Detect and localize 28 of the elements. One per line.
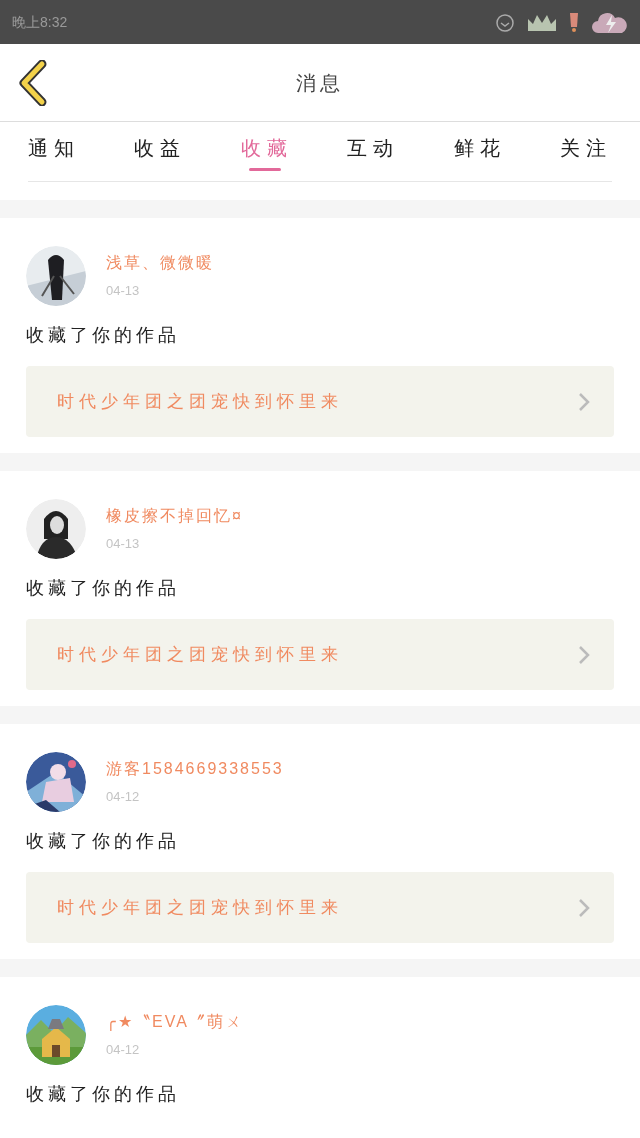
tab[interactable]: 收益 <box>134 133 187 181</box>
tab[interactable]: 关注 <box>559 133 612 181</box>
user-name[interactable]: ╭★〝EVA〞萌ㄨ <box>106 1010 243 1035</box>
page-title: 消息 <box>296 70 344 96</box>
alarm-icon <box>494 11 516 33</box>
message-text: 收藏了你的作品 <box>26 577 181 599</box>
tab[interactable]: 通知 <box>28 133 80 181</box>
work-link[interactable]: 时代少年团之团宠快到怀里来 <box>26 366 614 437</box>
message-date: 04-12 <box>106 788 141 807</box>
user-name[interactable]: 游客1584669338553 <box>106 757 284 782</box>
chevron-right-icon <box>578 391 590 412</box>
tab[interactable]: 收藏 <box>240 133 293 181</box>
user-name[interactable]: 浅草、微微暖 <box>106 251 214 276</box>
chevron-right-icon <box>578 897 590 918</box>
status-time: 晚上8:32 <box>12 12 68 32</box>
user-name[interactable]: 橡皮擦不掉回忆¤ <box>106 504 243 529</box>
work-link[interactable]: 时代少年团之团宠快到怀里来 <box>26 872 614 943</box>
message-text: 收藏了你的作品 <box>26 324 181 346</box>
back-chevron-icon[interactable] <box>16 60 48 106</box>
message-date: 04-13 <box>106 282 141 301</box>
work-link[interactable]: 时代少年团之团宠快到怀里来 <box>26 619 614 690</box>
chevron-right-icon <box>578 644 590 665</box>
message-text: 收藏了你的作品 <box>26 1083 181 1105</box>
tab[interactable]: 互动 <box>347 133 400 181</box>
message-date: 04-13 <box>106 535 141 554</box>
message-date: 04-12 <box>106 1041 141 1060</box>
tab[interactable]: 鲜花 <box>453 133 506 181</box>
message-text: 收藏了你的作品 <box>26 830 181 852</box>
